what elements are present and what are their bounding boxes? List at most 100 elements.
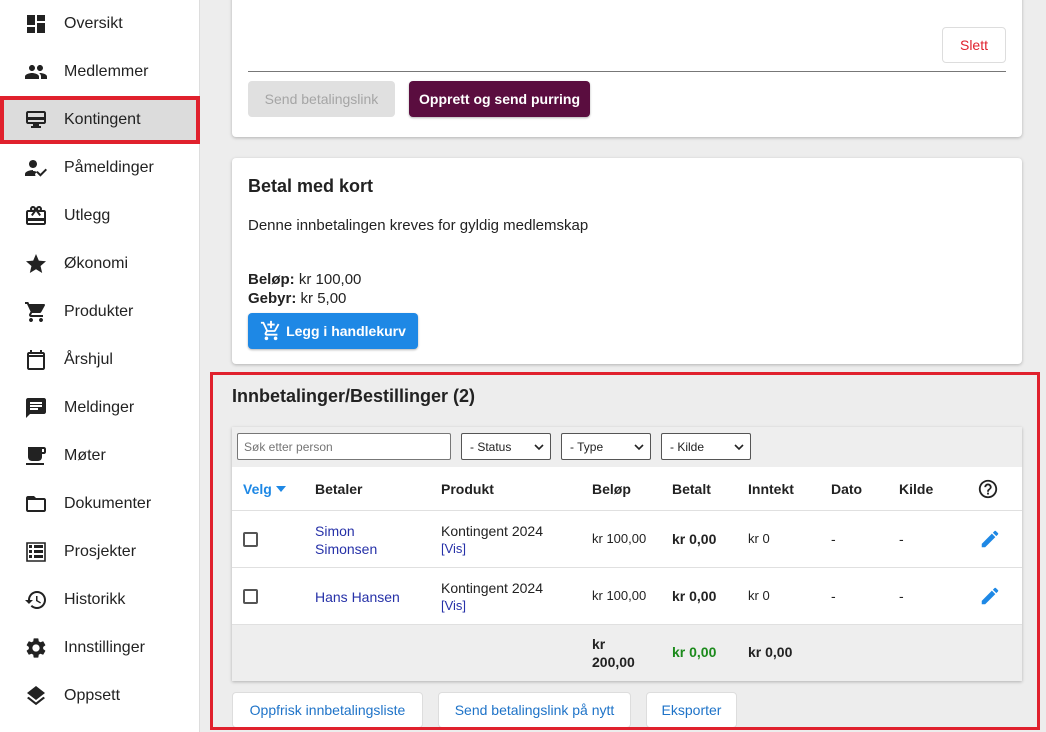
sidebar-item-label: Møter xyxy=(64,447,106,464)
fee-line: Gebyr: kr 5,00 xyxy=(248,290,346,307)
chevron-down-icon xyxy=(734,444,744,451)
filter-row: - Status - Type - Kilde xyxy=(232,427,1022,467)
amount-cell: kr 100,00 xyxy=(592,588,647,603)
sidebar-item-okonomi[interactable]: Økonomi xyxy=(0,240,200,288)
total-amount-value: 200,00 xyxy=(592,654,635,670)
column-header-betaler: Betaler xyxy=(315,481,363,497)
type-select-value: - Type xyxy=(570,439,604,454)
folder-icon xyxy=(24,492,48,516)
sidebar-item-utlegg[interactable]: Utlegg xyxy=(0,192,200,240)
sidebar-item-label: Innstillinger xyxy=(64,639,145,656)
fee-value: kr 5,00 xyxy=(300,290,347,307)
add-to-cart-button[interactable]: Legg i handlekurv xyxy=(248,313,418,349)
sidebar-item-meldinger[interactable]: Meldinger xyxy=(0,384,200,432)
view-product-link[interactable]: [Vis] xyxy=(441,540,543,558)
sidebar-item-label: Medlemmer xyxy=(64,63,149,80)
column-header-velg: Velg xyxy=(243,481,272,497)
table-icon xyxy=(24,540,48,564)
help-icon[interactable] xyxy=(977,478,999,500)
column-header-belop: Beløp xyxy=(592,481,631,497)
message-icon xyxy=(24,396,48,420)
sidebar-item-oppsett[interactable]: Oppsett xyxy=(0,672,200,720)
send-payment-link-button[interactable]: Send betalingslink xyxy=(248,81,395,117)
sidebar-item-pameldinger[interactable]: Påmeldinger xyxy=(0,144,200,192)
star-icon xyxy=(24,252,48,276)
amount-value: kr 100,00 xyxy=(298,271,362,288)
table-row: Simon Simonsen Kontingent 2024 [Vis] kr … xyxy=(232,511,1022,568)
table-header: Velg Betaler Produkt Beløp Betalt Inntek… xyxy=(232,467,1022,511)
row-checkbox[interactable] xyxy=(243,532,258,547)
dashboard-icon xyxy=(24,12,48,36)
view-product-link[interactable]: [Vis] xyxy=(441,597,543,615)
sidebar-item-label: Produkter xyxy=(64,303,134,320)
product-cell: Kontingent 2024 [Vis] xyxy=(441,579,543,615)
sidebar-item-label: Historikk xyxy=(64,591,126,608)
source-select-value: - Kilde xyxy=(670,439,705,454)
sidebar-item-label: Oppsett xyxy=(64,687,121,704)
sidebar-item-moter[interactable]: Møter xyxy=(0,432,200,480)
card-payment-description: Denne innbetalingen kreves for gyldig me… xyxy=(248,217,589,234)
column-header-inntekt: Inntekt xyxy=(748,481,794,497)
total-amount-currency: kr xyxy=(592,636,606,652)
sort-down-icon xyxy=(275,486,286,492)
layers-icon xyxy=(24,684,48,708)
sidebar: Oversikt Medlemmer Kontingent Påmeldinge… xyxy=(0,0,200,732)
source-cell: - xyxy=(899,531,904,547)
date-cell: - xyxy=(831,588,836,604)
sidebar-item-label: Prosjekter xyxy=(64,543,137,560)
card-payment-title: Betal med kort xyxy=(248,176,374,196)
income-cell: kr 0 xyxy=(748,531,770,546)
create-send-reminder-button[interactable]: Opprett og send purring xyxy=(409,81,590,117)
date-cell: - xyxy=(831,531,836,547)
payer-link[interactable]: Hans Hansen xyxy=(315,588,400,606)
amount-label: Beløp: xyxy=(248,271,295,288)
sidebar-item-historikk[interactable]: Historikk xyxy=(0,576,200,624)
status-select-value: - Status xyxy=(470,439,512,454)
sidebar-item-kontingent[interactable]: Kontingent xyxy=(0,96,200,144)
history-icon xyxy=(24,588,48,612)
amount-line: Beløp: kr 100,00 xyxy=(248,271,361,288)
payer-link[interactable]: Simon Simonsen xyxy=(315,522,377,558)
delete-button[interactable]: Slett xyxy=(942,27,1006,63)
total-amount: kr 200,00 xyxy=(592,635,635,671)
sidebar-item-dokumenter[interactable]: Dokumenter xyxy=(0,480,200,528)
paid-cell: kr 0,00 xyxy=(672,531,717,547)
type-select[interactable]: - Type xyxy=(561,433,651,460)
export-button[interactable]: Eksporter xyxy=(646,692,737,728)
source-select[interactable]: - Kilde xyxy=(661,433,751,460)
card-payment-card: Betal med kort Denne innbetalingen kreve… xyxy=(232,158,1022,364)
sidebar-item-medlemmer[interactable]: Medlemmer xyxy=(0,48,200,96)
sidebar-item-label: Dokumenter xyxy=(64,495,152,512)
resend-payment-link-button[interactable]: Send betalingslink på nytt xyxy=(438,692,631,728)
income-cell: kr 0 xyxy=(748,588,770,603)
chevron-down-icon xyxy=(534,444,544,451)
sidebar-item-label: Økonomi xyxy=(64,255,129,272)
sidebar-item-arshjul[interactable]: Årshjul xyxy=(0,336,200,384)
cart-icon xyxy=(24,300,48,324)
search-person-input[interactable] xyxy=(237,433,451,460)
status-select[interactable]: - Status xyxy=(461,433,551,460)
product-name: Kontingent 2024 xyxy=(441,523,543,539)
column-header-kilde: Kilde xyxy=(899,481,934,497)
column-header-produkt: Produkt xyxy=(441,481,494,497)
sidebar-item-label: Kontingent xyxy=(64,111,141,128)
sidebar-item-oversikt[interactable]: Oversikt xyxy=(0,0,200,48)
column-header-dato: Dato xyxy=(831,481,863,497)
sidebar-item-prosjekter[interactable]: Prosjekter xyxy=(0,528,200,576)
column-select-sort[interactable]: Velg xyxy=(243,481,286,497)
gift-card-icon xyxy=(24,204,48,228)
sidebar-item-produkter[interactable]: Produkter xyxy=(0,288,200,336)
sidebar-item-innstillinger[interactable]: Innstillinger xyxy=(0,624,200,672)
sidebar-item-label: Årshjul xyxy=(64,351,113,368)
totals-row: kr 200,00 kr 0,00 kr 0,00 xyxy=(232,625,1022,681)
sidebar-item-label: Påmeldinger xyxy=(64,159,154,176)
pencil-icon[interactable] xyxy=(979,585,1001,607)
pencil-icon[interactable] xyxy=(979,528,1001,550)
add-to-cart-label: Legg i handlekurv xyxy=(286,323,406,339)
sidebar-item-label: Utlegg xyxy=(64,207,111,224)
row-checkbox[interactable] xyxy=(243,589,258,604)
add-cart-icon xyxy=(260,320,282,342)
refresh-payments-button[interactable]: Oppfrisk innbetalingsliste xyxy=(232,692,423,728)
fee-label: Gebyr: xyxy=(248,290,297,307)
person-check-icon xyxy=(24,156,48,180)
